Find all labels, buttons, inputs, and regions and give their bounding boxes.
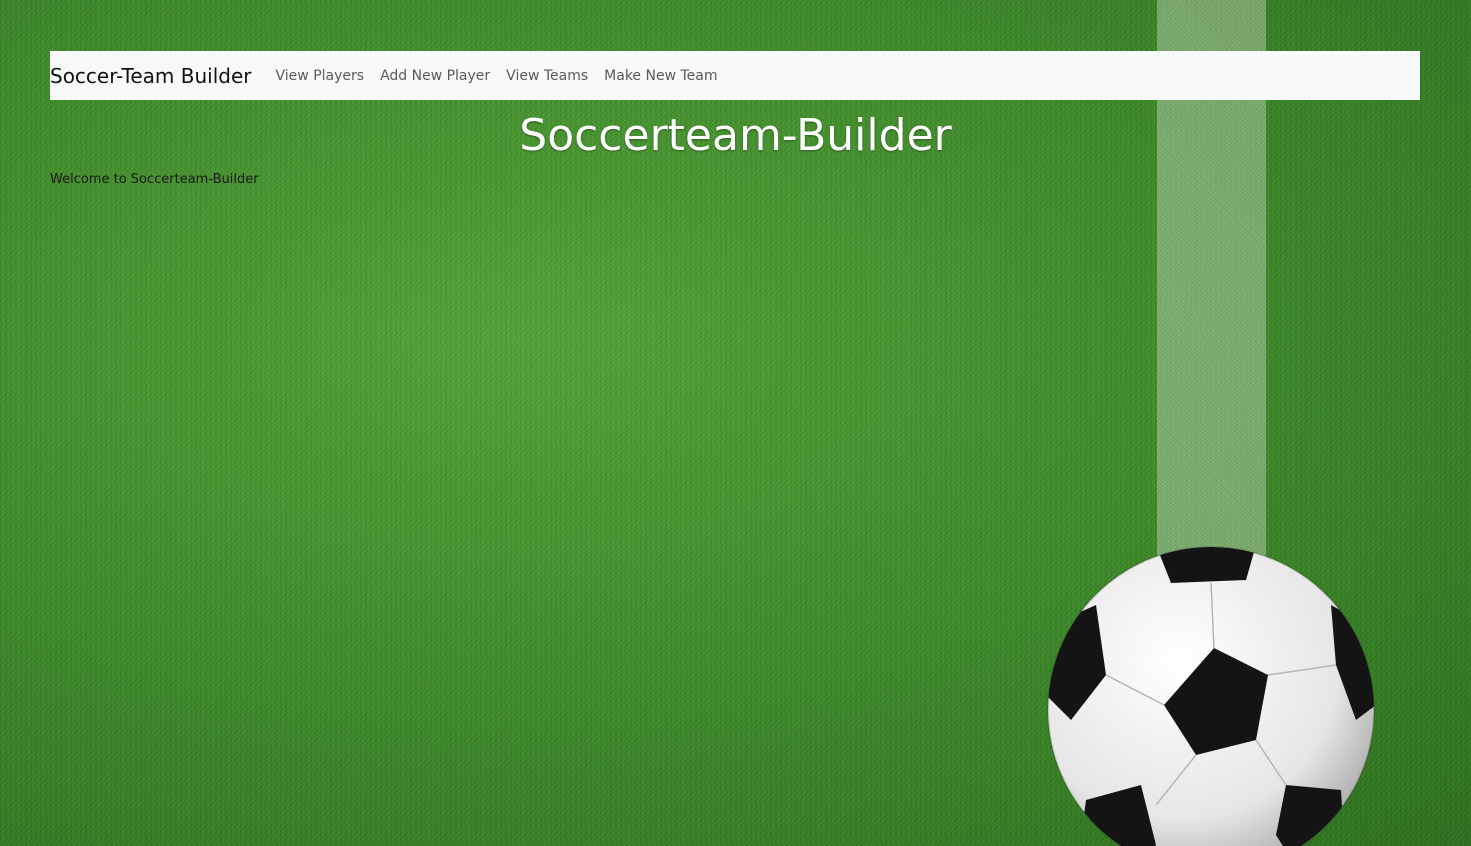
welcome-text: Welcome to Soccerteam-Builder — [50, 172, 259, 187]
nav-view-teams[interactable]: View Teams — [506, 68, 588, 84]
page-title: Soccerteam-Builder — [519, 110, 952, 161]
nav-view-players[interactable]: View Players — [276, 68, 365, 84]
nav-add-new-player[interactable]: Add New Player — [380, 68, 490, 84]
navbar: Soccer-Team Builder View Players Add New… — [50, 51, 1420, 100]
navbar-brand[interactable]: Soccer-Team Builder — [50, 64, 252, 88]
soccer-ball-image — [1047, 546, 1375, 846]
nav-make-new-team[interactable]: Make New Team — [604, 68, 717, 84]
